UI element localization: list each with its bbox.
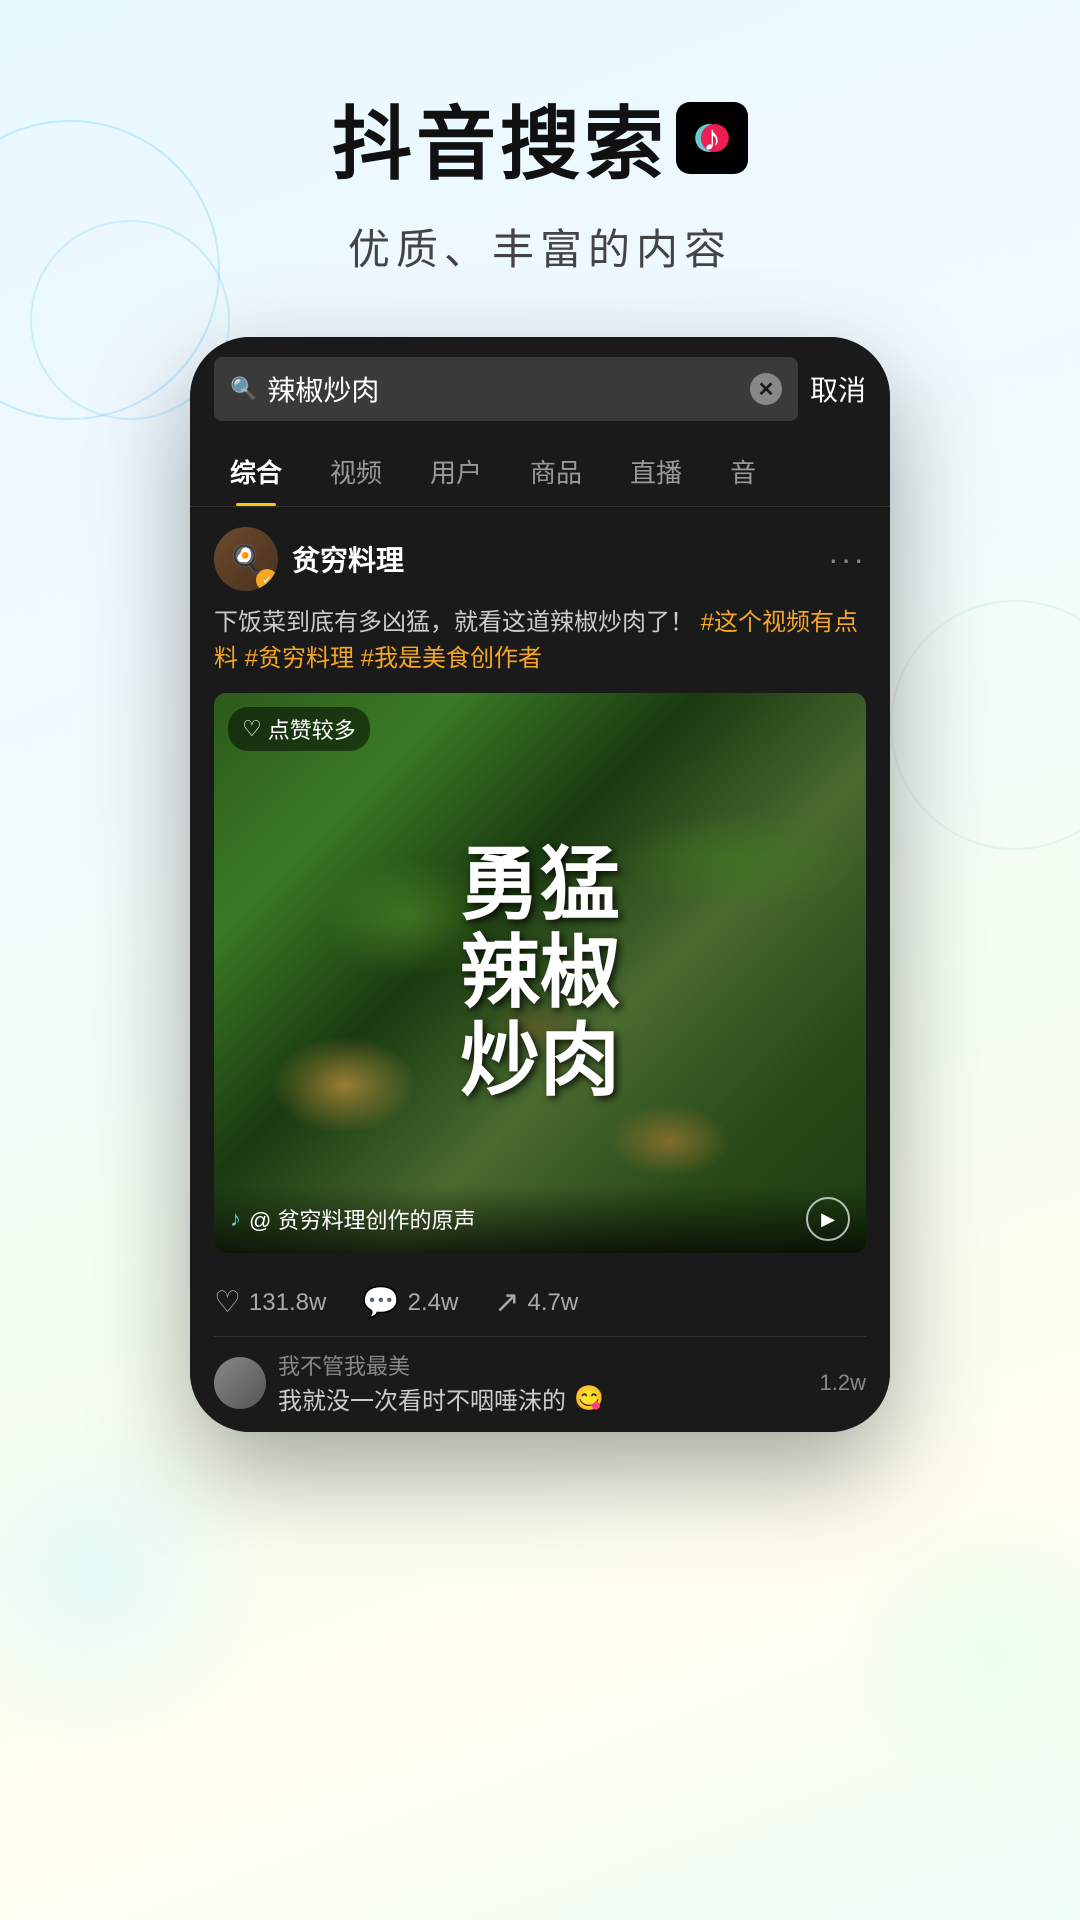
bg-blob-2: [840, 1500, 1080, 1800]
search-tabs: 综合 视频 用户 商品 直播 音: [190, 437, 890, 507]
video-image: 勇猛辣椒炒肉 ♡ 点赞较多 ♪ @ 贫穷料理创作的原声 ▶: [214, 693, 866, 1253]
title-row: 抖音搜索 ♪: [0, 80, 1080, 196]
tab-综合[interactable]: 综合: [206, 437, 306, 506]
video-bottom-bar: ♪ @ 贫穷料理创作的原声 ▶: [214, 1185, 866, 1253]
comment-preview: 我不管我最美 我就没一次看时不咽唾沫的 😋 1.2w: [214, 1336, 866, 1432]
likes-badge: ♡ 点赞较多: [228, 707, 370, 751]
phone-mockup: 🔍 辣椒炒肉 ✕ 取消 综合 视频 用户 商品 直播 音: [190, 337, 890, 1432]
comment-icon: 💬: [362, 1285, 399, 1320]
comment-count: 2.4w: [408, 1289, 459, 1317]
share-icon: ↗: [494, 1285, 519, 1320]
post-description: 下饭菜到底有多凶猛，就看这道辣椒炒肉了！ #这个视频有点料 #贫穷料理 #我是美…: [214, 605, 866, 677]
video-thumbnail[interactable]: 勇猛辣椒炒肉 ♡ 点赞较多 ♪ @ 贫穷料理创作的原声 ▶: [214, 693, 866, 1253]
comment-like-count: 1.2w: [820, 1370, 866, 1396]
likes-badge-text: 点赞较多: [268, 713, 356, 745]
tab-用户[interactable]: 用户: [406, 437, 506, 506]
heart-icon: ♡: [242, 716, 262, 742]
search-icon: 🔍: [230, 376, 257, 402]
user-avatar: 🍳 ✓: [214, 527, 278, 591]
header: 抖音搜索 ♪ 优质、丰富的内容: [0, 0, 1080, 317]
video-text-overlay: 勇猛辣椒炒肉: [214, 693, 866, 1253]
like-icon: ♡: [214, 1285, 241, 1320]
audio-label: @ 贫穷料理创作的原声: [249, 1203, 798, 1235]
share-count: 4.7w: [528, 1289, 579, 1317]
main-title: 抖音搜索: [332, 80, 668, 196]
play-icon: ▶: [821, 1209, 835, 1230]
comment-action[interactable]: 💬 2.4w: [362, 1285, 458, 1320]
clear-search-button[interactable]: ✕: [750, 373, 782, 405]
tab-视频[interactable]: 视频: [306, 437, 406, 506]
share-action[interactable]: ↗ 4.7w: [494, 1285, 578, 1320]
phone-wrapper: 🔍 辣椒炒肉 ✕ 取消 综合 视频 用户 商品 直播 音: [0, 337, 1080, 1432]
tab-音[interactable]: 音: [706, 437, 780, 506]
video-title-text: 勇猛辣椒炒肉: [460, 841, 620, 1105]
commenter-name: 我不管我最美: [278, 1349, 808, 1381]
tab-直播[interactable]: 直播: [606, 437, 706, 506]
tiktok-small-icon: ♪: [230, 1206, 241, 1232]
comment-content: 我不管我最美 我就没一次看时不咽唾沫的 😋: [278, 1349, 808, 1416]
comment-text: 我就没一次看时不咽唾沫的 😋: [278, 1381, 808, 1416]
like-count: 131.8w: [249, 1289, 326, 1317]
desc-text: 下饭菜到底有多凶猛，就看这道辣椒炒肉了！: [214, 609, 694, 636]
post-user-row: 🍳 ✓ 贫穷料理 ···: [214, 527, 866, 591]
commenter-avatar: [214, 1357, 266, 1409]
search-content: 🍳 ✓ 贫穷料理 ··· 下饭菜到底有多凶猛，就看这道辣椒炒肉了！ #这个视频有…: [190, 507, 890, 1432]
more-options-button[interactable]: ···: [828, 541, 866, 578]
tiktok-logo-icon: ♪: [676, 102, 748, 174]
tab-商品[interactable]: 商品: [506, 437, 606, 506]
bg-blob-1: [0, 1400, 270, 1750]
verified-badge-icon: ✓: [256, 569, 278, 591]
tiktok-note-icon: ♪: [703, 117, 721, 159]
like-action[interactable]: ♡ 131.8w: [214, 1285, 326, 1320]
username-label: 贫穷料理: [292, 539, 814, 579]
search-query-text: 辣椒炒肉: [267, 369, 740, 409]
cancel-button[interactable]: 取消: [810, 369, 866, 409]
search-bar: 🔍 辣椒炒肉 ✕ 取消: [190, 337, 890, 437]
search-input-wrapper[interactable]: 🔍 辣椒炒肉 ✕: [214, 357, 798, 421]
comment-emoji: 😋: [574, 1384, 604, 1413]
subtitle: 优质、丰富的内容: [0, 216, 1080, 277]
action-bar: ♡ 131.8w 💬 2.4w ↗ 4.7w: [214, 1271, 866, 1336]
play-button[interactable]: ▶: [806, 1197, 850, 1241]
